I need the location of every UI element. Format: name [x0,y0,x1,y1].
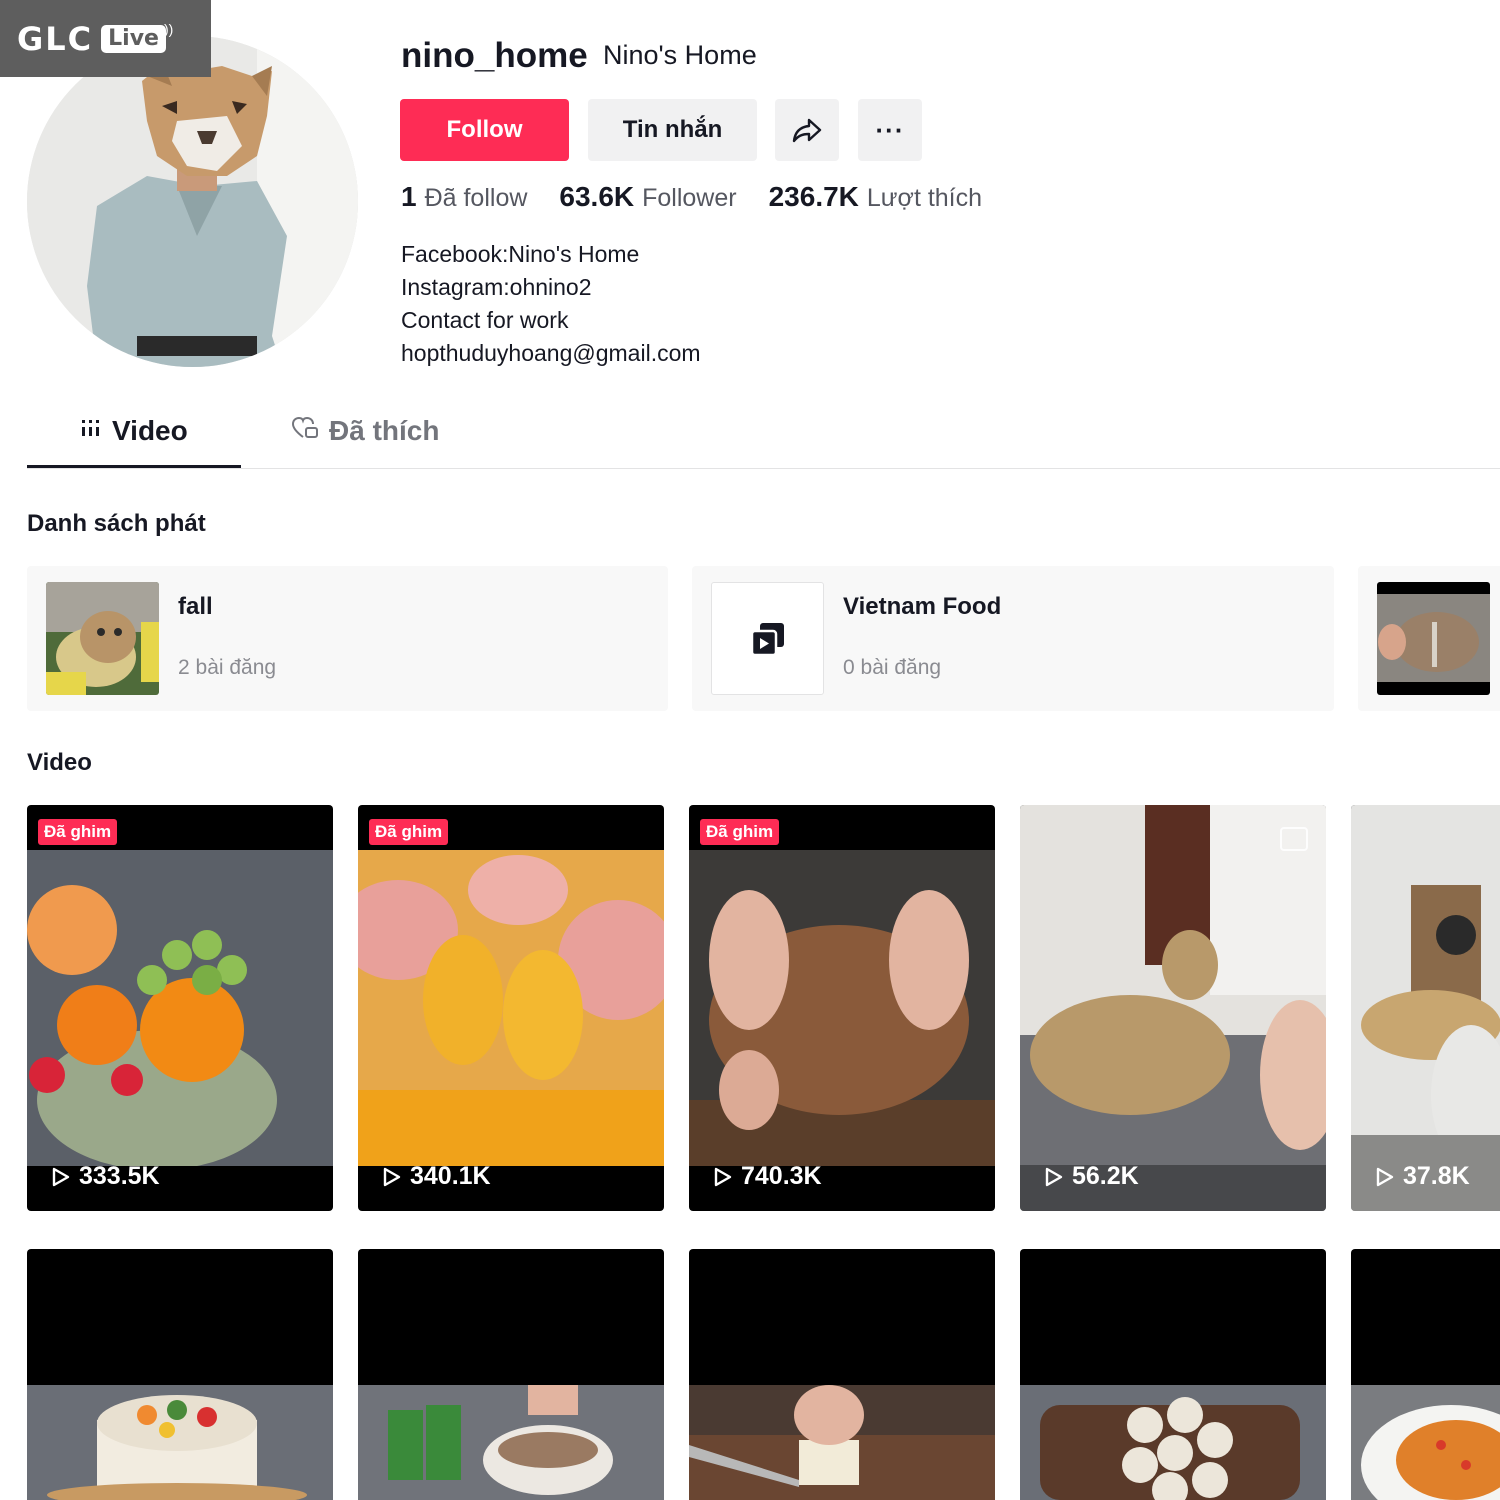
playlist-placeholder [711,582,824,695]
followers-count[interactable]: 63.6K [559,181,634,213]
share-button[interactable] [775,99,839,161]
video-thumbnail [1020,805,1326,1211]
playlist-card[interactable]: Vietnam Food 0 bài đăng [692,566,1334,711]
pinned-badge: Đã ghim [38,819,118,845]
avatar[interactable] [27,36,358,367]
avatar-image [27,36,358,367]
following-count[interactable]: 1 [401,181,417,213]
view-count-value: 37.8K [1403,1162,1470,1190]
pinned-badge: Đã ghim [369,819,449,845]
likes-count: 236.7K [768,181,859,212]
play-icon [52,1167,70,1186]
video-card[interactable] [689,1249,995,1500]
video-thumbnail [358,850,664,1166]
video-card[interactable] [1351,1249,1500,1500]
video-thumbnail [1020,1385,1326,1500]
video-thumbnail [689,1385,995,1500]
photo-post-icon [1280,827,1308,851]
bio-line: Facebook:Nino's Home [401,241,640,267]
playlist-card[interactable] [1358,566,1500,711]
view-count: 333.5K [51,1162,160,1191]
video-card[interactable]: 37.8K [1351,805,1500,1211]
video-thumbnail [689,850,995,1166]
bio-line: hopthuduyhoang@gmail.com [401,340,701,366]
tab-liked[interactable]: Đã thích [291,415,439,447]
play-icon [383,1167,401,1186]
followers-label[interactable]: Follower [642,184,736,213]
playlist-thumbnail [1377,582,1490,695]
video-thumbnail [358,1385,664,1500]
video-card[interactable]: Đã ghim 740.3K [689,805,995,1211]
profile-bio: Facebook:Nino's Home Instagram:ohnino2 C… [401,238,701,370]
watermark-brand: GLC [17,19,94,58]
view-count-value: 56.2K [1072,1162,1139,1190]
playlist-count: 0 bài đăng [843,656,942,679]
view-count: 56.2K [1044,1162,1139,1191]
grid-icon [80,417,102,445]
liked-heart-icon [291,416,319,446]
bio-line: Instagram:ohnino2 [401,274,592,300]
following-label[interactable]: Đã follow [425,184,528,213]
pinned-badge: Đã ghim [700,819,780,845]
video-card[interactable]: Đã ghim 333.5K [27,805,333,1211]
playlist-name: Vietnam Food [843,593,1002,620]
video-card[interactable] [27,1249,333,1500]
playlist-thumbnail [46,582,159,695]
more-options-button[interactable]: ··· [858,99,922,161]
profile-stats: 1 Đã follow 63.6K Follower 236.7K Lượt t… [401,181,1014,213]
video-card[interactable]: Đã ghim 340.1K [358,805,664,1211]
playlist-name: fall [178,593,213,620]
watermark-logo: GLC Live )) [0,0,211,77]
video-card[interactable] [358,1249,664,1500]
video-thumbnail [1351,1385,1500,1500]
playlist-count: 2 bài đăng [178,656,277,679]
play-icon [1376,1167,1394,1186]
tab-divider [27,468,1500,469]
video-thumbnail [1351,805,1500,1211]
video-card[interactable] [1020,1249,1326,1500]
play-icon [1045,1167,1063,1186]
view-count-value: 340.1K [410,1162,491,1190]
share-arrow-icon [792,118,822,143]
playlist-stack-icon [750,622,784,656]
view-count-value: 333.5K [79,1162,160,1190]
message-button[interactable]: Tin nhắn [588,99,757,161]
playlist-card[interactable]: fall 2 bài đăng [27,566,668,711]
video-thumbnail [27,1385,333,1500]
tab-liked-label: Đã thích [329,415,440,446]
video-thumbnail [27,850,333,1166]
play-icon [714,1167,732,1186]
video-card[interactable]: 56.2K [1020,805,1326,1211]
tab-video[interactable]: Video [80,415,188,447]
view-count: 37.8K [1375,1162,1470,1191]
playlists-title: Danh sách phát [27,510,206,537]
view-count: 340.1K [382,1162,491,1191]
view-count: 740.3K [713,1162,822,1191]
nickname: Nino's Home [603,40,757,70]
tab-video-label: Video [112,415,188,446]
videos-title: Video [27,749,92,776]
bio-line: Contact for work [401,307,569,333]
watermark-badge: Live [101,24,166,53]
broadcast-icon: )) [163,20,174,37]
likes-label: Lượt thích [866,184,983,212]
follow-button[interactable]: Follow [400,99,569,161]
view-count-value: 740.3K [741,1162,822,1190]
username: nino_home [401,36,588,75]
